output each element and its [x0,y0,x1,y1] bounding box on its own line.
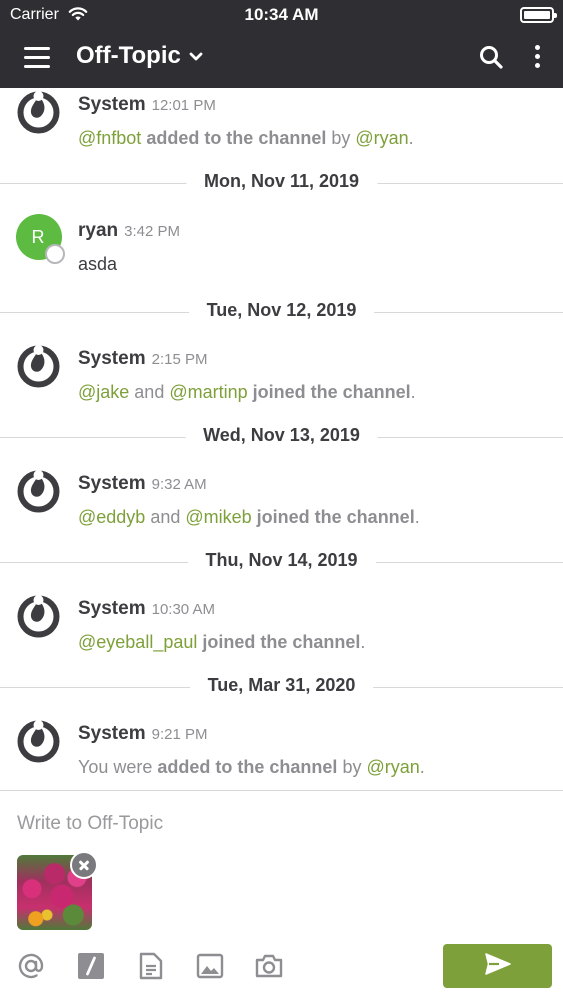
post-message: @fnfbot added to the channel by @ryan. [78,128,414,148]
message-feed[interactable]: System 12:01 PM @fnfbot added to the chan… [0,88,563,790]
slash-command-icon[interactable] [76,951,106,981]
post-author: System 12:01 PM [78,94,216,115]
more-vertical-icon[interactable] [531,44,545,70]
post-author: System 10:30 AM [78,598,215,619]
menu-icon[interactable] [24,47,50,69]
image-icon[interactable] [195,951,225,981]
system-avatar-icon [16,719,61,764]
post-composer: Write to Off-Topic [0,790,563,1000]
post-message: @jake and @martinp joined the channel. [78,382,416,402]
user-mention[interactable]: @eddyb [78,507,145,527]
channel-title-button[interactable]: Off-Topic [76,42,203,70]
post-time: 3:42 PM [124,223,181,240]
post-time: 9:21 PM [151,726,208,743]
user-mention[interactable]: @eyeball_paul [78,632,197,652]
post-author: System 9:32 AM [78,473,207,494]
status-time: 10:34 AM [244,5,319,24]
user-mention[interactable]: @fnfbot [78,128,141,148]
camera-icon[interactable] [254,951,284,981]
status-bar: Carrier 10:34 AM [0,0,563,30]
post-time: 2:15 PM [151,351,208,368]
user-mention[interactable]: @jake [78,382,129,402]
date-separator: Tue, Nov 12, 2019 [0,300,563,324]
post-time: 10:30 AM [151,601,215,618]
user-mention[interactable]: @martinp [169,382,247,402]
user-mention[interactable]: @ryan [355,128,408,148]
channel-header: Off-Topic [0,30,563,88]
message-input[interactable]: Write to Off-Topic [17,813,163,835]
date-separator: Thu, Nov 14, 2019 [0,550,563,574]
date-separator: Tue, Mar 31, 2020 [0,675,563,699]
remove-attachment-icon[interactable] [70,851,98,879]
date-separator: Wed, Nov 13, 2019 [0,425,563,449]
post-message: asda [78,254,118,274]
post-author[interactable]: ryan 3:42 PM [78,220,180,242]
file-icon[interactable] [136,951,166,981]
post-author: System 2:15 PM [78,348,208,369]
system-avatar-icon [16,469,61,514]
send-button[interactable] [443,944,552,988]
send-icon [484,952,511,980]
system-avatar-icon [16,594,61,639]
at-mention-icon[interactable] [16,951,46,981]
user-mention[interactable]: @ryan [366,757,419,777]
battery-icon [520,7,557,23]
post-message: You were added to the channel by @ryan. [78,757,425,777]
system-avatar-icon [16,90,61,135]
date-separator: Mon, Nov 11, 2019 [0,171,563,195]
presence-status-icon [45,244,65,264]
search-icon[interactable] [479,45,504,75]
post-author: System 9:21 PM [78,723,208,744]
post-message: @eyeball_paul joined the channel. [78,632,366,652]
chevron-down-icon [189,49,203,67]
post-message: @eddyb and @mikeb joined the channel. [78,507,420,527]
post-time: 12:01 PM [151,97,216,114]
post-time: 9:32 AM [151,476,207,493]
system-avatar-icon [16,344,61,389]
channel-title: Off-Topic [76,42,181,69]
user-mention[interactable]: @mikeb [185,507,251,527]
